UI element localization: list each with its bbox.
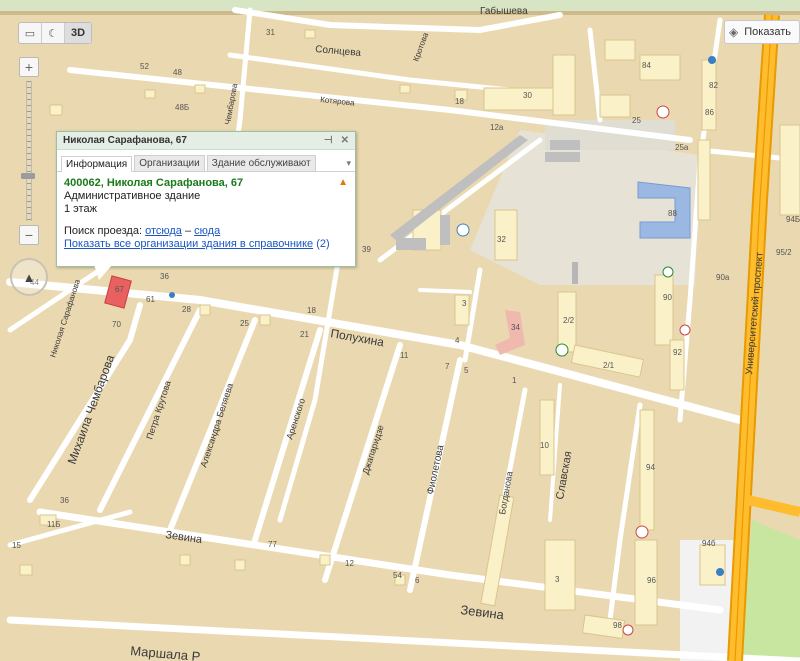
house-number: 31 [266,28,275,37]
house-number: 7 [445,362,450,371]
balloon-header: Николая Сарафанова, 67 ⊣ ✕ [57,132,355,150]
house-number: 12 [345,559,354,568]
route-from-link[interactable]: отсюда [145,225,182,237]
house-number: 3 [462,299,467,308]
house-number: 94б [702,539,716,548]
tab-organizations[interactable]: Организации [134,155,205,171]
close-icon[interactable]: ✕ [341,135,349,146]
house-number: 36 [160,272,169,281]
building-floors: 1 этаж [64,203,97,215]
house-number: 54 [393,571,402,580]
house-number: 88 [668,209,677,218]
house-number: 34 [511,323,520,332]
house-number: 82 [709,81,718,90]
north-arrow-icon: ▲ [22,269,36,285]
house-number: 86 [705,108,714,117]
house-number: 12а [490,123,504,132]
house-number: 10 [540,441,549,450]
compass-control[interactable]: ▲ [10,258,48,296]
house-number: 3 [555,575,560,584]
warning-icon[interactable]: ▲ [338,177,348,189]
house-number: 95/2 [776,248,792,257]
route-dash: – [184,225,192,237]
house-number: 5 [464,366,469,375]
house-number: 39 [362,245,371,254]
house-number: 67 [115,285,124,294]
house-number: 6 [415,576,420,585]
zoom-control: + − [18,57,40,247]
map-canvas[interactable]: Солнцева Кротова Габышева Котярова Чемба… [0,0,800,661]
layers-icon: ◈ [729,25,739,39]
house-number: 2/2 [563,316,575,325]
house-number: 18 [455,97,464,106]
house-number: 11 [400,351,409,360]
balloon-title: Николая Сарафанова, 67 [63,135,187,146]
route-label: Поиск проезда: [64,225,142,237]
house-number: 94 [646,463,655,472]
house-number: 18 [307,306,316,315]
mode-3d-button[interactable]: 3D [65,23,91,43]
ruler-icon[interactable]: ▭ [19,23,42,43]
house-number: 52 [140,62,149,71]
house-number: 70 [112,320,121,329]
zoom-in-button[interactable]: + [19,57,39,77]
house-number: 25а [675,143,689,152]
house-number: 36 [60,496,69,505]
house-number: 2/1 [603,361,615,370]
house-number: 90а [716,273,730,282]
zoom-out-button[interactable]: − [19,225,39,245]
house-number: 96 [647,576,656,585]
house-number: 1 [512,376,517,385]
house-number: 28 [182,305,191,314]
layers-button[interactable]: ◈ Показать [724,20,800,44]
street-label-gabysheva: Габышева [480,5,528,17]
route-search: Поиск проезда: отсюда – сюда [64,225,348,237]
house-number: 4 [455,336,460,345]
layers-button-label: Показать [744,26,791,38]
organizations-count[interactable]: (2) [316,238,329,250]
zoom-slider[interactable] [21,81,35,221]
house-number: 48Б [175,103,189,112]
building-type: Административное здание [64,190,201,202]
traffic-icon[interactable]: ☾ [42,23,65,43]
house-number: 92 [673,348,682,357]
house-number: 77 [268,540,277,549]
route-to-link[interactable]: сюда [194,225,220,237]
zoom-slider-handle[interactable] [21,173,35,179]
balloon-tabs: Информация Организации Здание обслуживаю… [57,150,355,172]
house-number: 98 [613,621,622,630]
house-number: 15 [12,541,21,550]
house-number: 94Б [786,215,800,224]
pin-icon[interactable]: ⊣ [324,135,333,146]
show-organizations-link[interactable]: Показать все организации здания в справо… [64,238,313,250]
tabs-more-icon[interactable]: ▾ [346,158,351,171]
house-number: 30 [523,91,532,100]
building-address: 400062, Николая Сарафанова, 67 [64,177,244,189]
house-number: 25 [632,116,641,125]
house-number: 90 [663,293,672,302]
tab-building-services[interactable]: Здание обслуживают [206,155,316,171]
house-number: 21 [300,330,309,339]
house-number: 48 [173,68,182,77]
info-balloon: Николая Сарафанова, 67 ⊣ ✕ Информация Ор… [56,131,356,267]
tab-information[interactable]: Информация [61,156,133,172]
house-number: 61 [146,295,155,304]
house-number: 84 [642,61,651,70]
map-toolbar: ▭ ☾ 3D [18,22,92,44]
house-number: 25 [240,319,249,328]
house-number: 32 [497,235,506,244]
balloon-tail [94,264,113,280]
house-number: 11Б [47,520,61,529]
